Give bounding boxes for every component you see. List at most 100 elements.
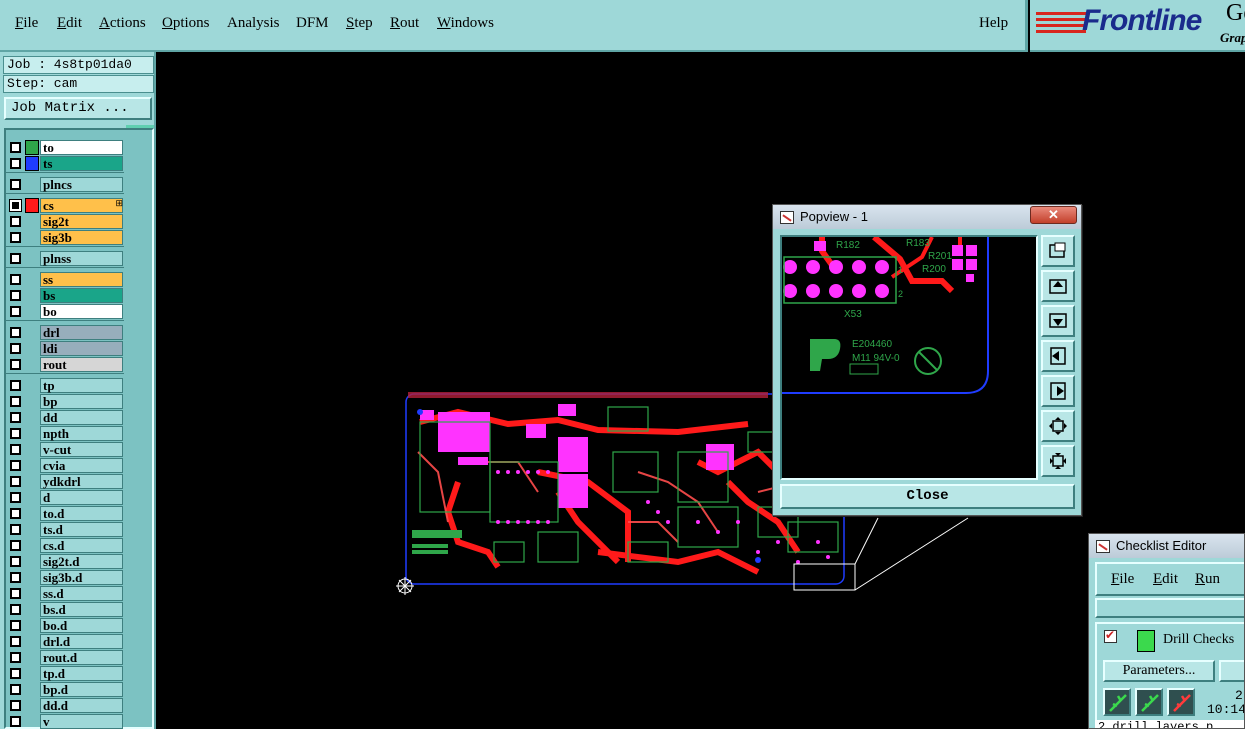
zoom-out-icon[interactable] (1041, 410, 1075, 442)
layer-affected-checkbox[interactable] (10, 412, 21, 423)
layer-name[interactable]: ydkdrl (40, 474, 123, 489)
layer-affected-checkbox[interactable] (10, 290, 21, 301)
layer-row-bo[interactable]: bo (6, 304, 126, 320)
layer-name[interactable]: bs (40, 288, 123, 303)
layer-row-dd-d[interactable]: dd.d (6, 698, 126, 714)
zoom-to-fit-icon[interactable] (1041, 235, 1075, 267)
layer-name[interactable]: cs.d (40, 538, 123, 553)
popview-zoom-view[interactable]: R182 R183 R201 R200 1 2 X53 E204460 M11 … (780, 235, 1038, 480)
layer-name[interactable]: sig3b (40, 230, 123, 245)
layer-row-plnss[interactable]: plnss (6, 251, 126, 267)
layer-affected-checkbox[interactable] (10, 179, 21, 190)
layer-row-rout[interactable]: rout (6, 357, 126, 373)
layer-row-bp-d[interactable]: bp.d (6, 682, 126, 698)
layer-affected-checkbox[interactable] (10, 380, 21, 391)
menu-help[interactable]: Help (979, 15, 1008, 32)
close-icon[interactable]: ✕ (1030, 206, 1077, 224)
layer-name[interactable]: sig2t (40, 214, 123, 229)
layer-affected-checkbox[interactable] (10, 604, 21, 615)
layer-row-tp-d[interactable]: tp.d (6, 666, 126, 682)
layer-affected-checkbox[interactable] (10, 572, 21, 583)
layer-affected-checkbox[interactable] (10, 588, 21, 599)
layer-row-sig3b[interactable]: sig3b (6, 230, 126, 246)
menu-step[interactable]: Step (346, 15, 373, 32)
layer-name[interactable]: tp.d (40, 666, 123, 681)
layer-name[interactable]: bp (40, 394, 123, 409)
layer-affected-checkbox[interactable] (10, 216, 21, 227)
layer-row-bs-d[interactable]: bs.d (6, 602, 126, 618)
layer-row-drl[interactable]: drl (6, 325, 126, 341)
layer-affected-checkbox[interactable] (10, 492, 21, 503)
layer-affected-checkbox[interactable] (10, 200, 21, 211)
layer-name[interactable]: v-cut (40, 442, 123, 457)
layer-affected-checkbox[interactable] (10, 306, 21, 317)
layer-row-ldi[interactable]: ldi (6, 341, 126, 357)
layer-affected-checkbox[interactable] (10, 327, 21, 338)
layer-name[interactable]: d (40, 490, 123, 505)
layer-name[interactable]: ss (40, 272, 123, 287)
menu-windows[interactable]: Windows (437, 15, 494, 32)
menu-options[interactable]: Options (162, 15, 210, 32)
menu-analysis[interactable]: Analysis (227, 15, 280, 32)
layer-affected-checkbox[interactable] (10, 508, 21, 519)
layer-row-ss[interactable]: ss (6, 272, 126, 288)
layer-row-v[interactable]: v (6, 714, 126, 729)
layer-affected-checkbox[interactable] (10, 476, 21, 487)
layer-row-sig2t[interactable]: sig2t (6, 214, 126, 230)
layer-color-swatch[interactable] (25, 140, 39, 155)
layer-name[interactable]: drl (40, 325, 123, 340)
pan-down-icon[interactable] (1041, 305, 1075, 337)
layer-row-tp[interactable]: tp (6, 378, 126, 394)
layer-name[interactable]: ts.d (40, 522, 123, 537)
pan-up-icon[interactable] (1041, 270, 1075, 302)
layer-name[interactable]: bo.d (40, 618, 123, 633)
layer-name[interactable]: ts (40, 156, 123, 171)
layer-row-rout-d[interactable]: rout.d (6, 650, 126, 666)
layer-row-bo-d[interactable]: bo.d (6, 618, 126, 634)
parameters-button[interactable]: Parameters... (1103, 660, 1215, 682)
layer-affected-checkbox[interactable] (10, 652, 21, 663)
layer-name[interactable]: bp.d (40, 682, 123, 697)
pan-left-icon[interactable] (1041, 340, 1075, 372)
layer-name[interactable]: bo (40, 304, 123, 319)
layer-name[interactable]: cs (40, 198, 123, 213)
layer-affected-checkbox[interactable] (10, 540, 21, 551)
layer-row-ydkdrl[interactable]: ydkdrl (6, 474, 126, 490)
checklist-titlebar[interactable]: Checklist Editor (1089, 534, 1244, 558)
layer-name[interactable]: dd.d (40, 698, 123, 713)
menu-file[interactable]: File (15, 15, 38, 32)
layer-affected-checkbox[interactable] (10, 524, 21, 535)
layer-name[interactable]: dd (40, 410, 123, 425)
layer-affected-checkbox[interactable] (10, 396, 21, 407)
action-enabled-checkbox[interactable] (1104, 628, 1117, 643)
run-action-icon[interactable] (1103, 688, 1131, 716)
layer-name[interactable]: tp (40, 378, 123, 393)
layer-name[interactable]: to (40, 140, 123, 155)
layer-row-cvia[interactable]: cvia (6, 458, 126, 474)
layer-row-to[interactable]: to (6, 140, 126, 156)
zoom-in-icon[interactable] (1041, 445, 1075, 477)
layer-name[interactable]: cvia (40, 458, 123, 473)
layer-name[interactable]: to.d (40, 506, 123, 521)
layer-name[interactable]: rout (40, 357, 123, 372)
layer-affected-checkbox[interactable] (10, 232, 21, 243)
layer-row-ts-d[interactable]: ts.d (6, 522, 126, 538)
layer-row-cs[interactable]: cs ⊞ (6, 198, 126, 214)
layer-row-ts[interactable]: ts (6, 156, 126, 172)
layer-affected-checkbox[interactable] (10, 684, 21, 695)
layer-color-swatch[interactable] (25, 198, 39, 213)
run-selected-icon[interactable] (1135, 688, 1163, 716)
layer-row-bp[interactable]: bp (6, 394, 126, 410)
layer-row-plncs[interactable]: plncs (6, 177, 126, 193)
layer-name[interactable]: plnss (40, 251, 123, 266)
layer-name[interactable]: drl.d (40, 634, 123, 649)
layer-affected-checkbox[interactable] (10, 428, 21, 439)
menu-edit[interactable]: Edit (57, 15, 82, 32)
checklist-menu-run[interactable]: Run (1195, 571, 1220, 588)
layer-affected-checkbox[interactable] (10, 359, 21, 370)
results-button[interactable] (1219, 660, 1244, 682)
menu-dfm[interactable]: DFM (296, 15, 329, 32)
layer-name[interactable]: v (40, 714, 123, 729)
layer-affected-checkbox[interactable] (10, 636, 21, 647)
layer-affected-checkbox[interactable] (10, 460, 21, 471)
